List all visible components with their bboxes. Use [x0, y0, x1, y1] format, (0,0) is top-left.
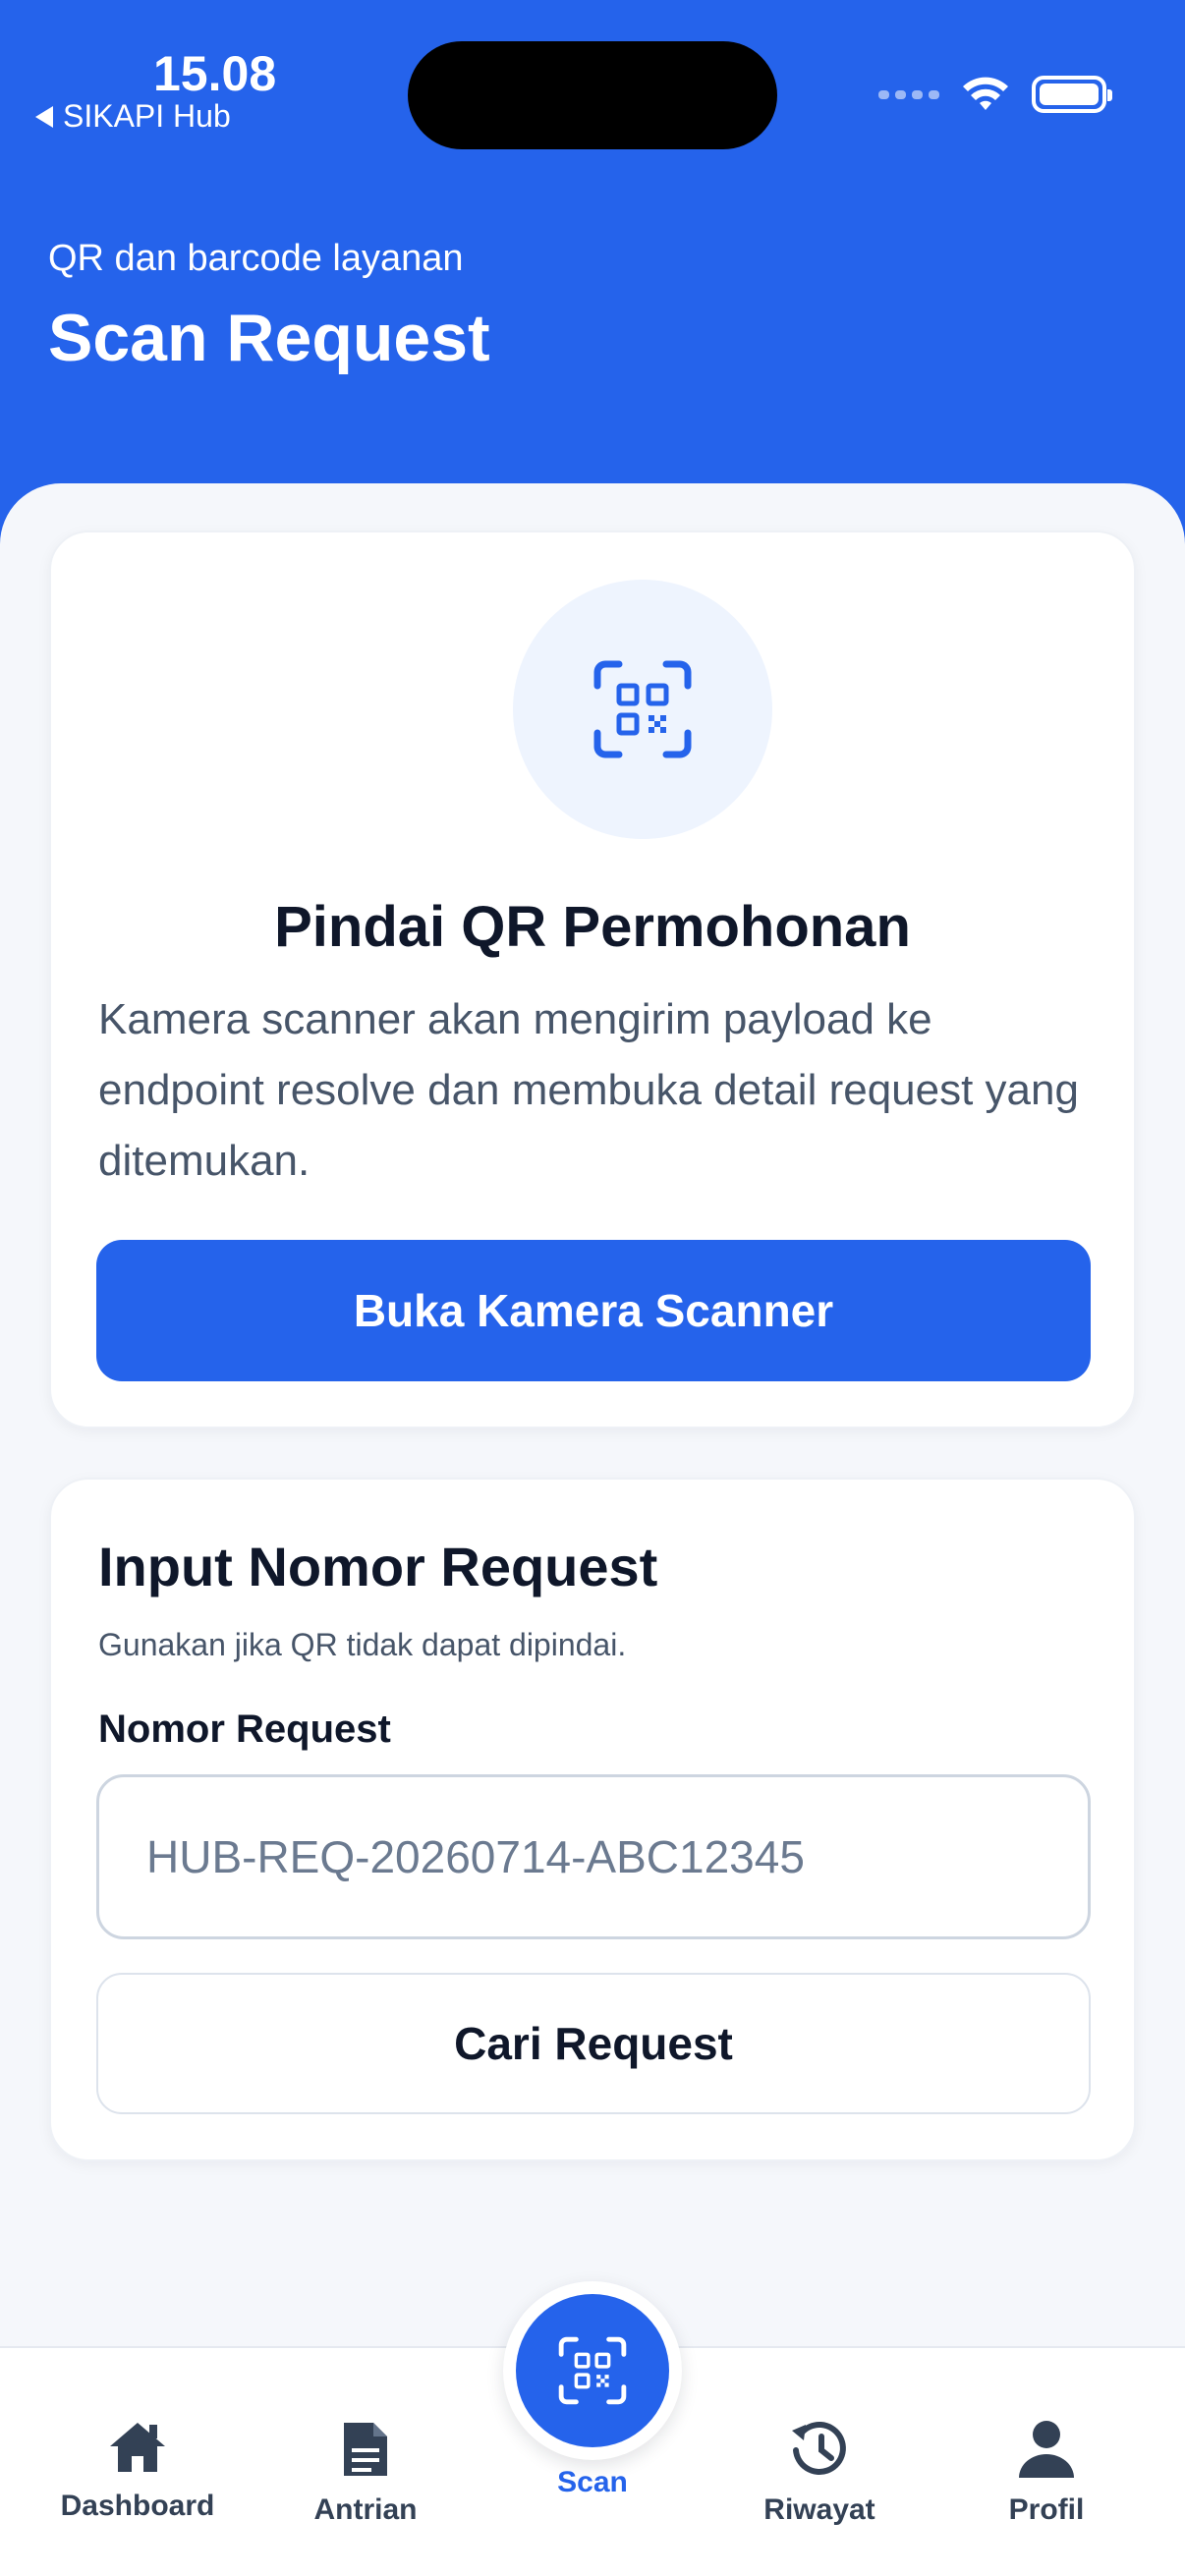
nav-label-profil: Profil	[1008, 2493, 1085, 2526]
wifi-icon	[963, 77, 1008, 110]
back-to-app-link[interactable]: SIKAPI Hub	[35, 98, 231, 135]
open-camera-scanner-button[interactable]: Buka Kamera Scanner	[96, 1240, 1091, 1381]
history-icon	[792, 2421, 846, 2475]
search-request-button[interactable]: Cari Request	[96, 1973, 1091, 2114]
dynamic-island	[408, 41, 777, 149]
qr-code-scan-icon	[593, 660, 692, 758]
qr-code-scan-icon	[558, 2336, 627, 2405]
scan-qr-card: Pindai QR Permohonan Kamera scanner akan…	[49, 531, 1136, 1428]
header: 15.08 SIKAPI Hub QR dan barcode layanan …	[0, 0, 1185, 550]
manual-input-card: Input Nomor Request Gunakan jika QR tida…	[49, 1478, 1136, 2161]
request-number-label: Nomor Request	[98, 1708, 391, 1751]
battery-icon	[1032, 76, 1112, 113]
nav-label-antrian: Antrian	[313, 2493, 418, 2526]
scan-request-screen: 15.08 SIKAPI Hub QR dan barcode layanan …	[0, 0, 1185, 2576]
nav-label-dashboard: Dashboard	[60, 2490, 215, 2522]
nav-item-scan[interactable]	[503, 2281, 682, 2460]
nav-label-scan: Scan	[557, 2466, 628, 2498]
nav-item-riwayat[interactable]: Riwayat	[711, 2419, 928, 2527]
page-subtitle: QR dan barcode layanan	[48, 238, 464, 279]
page-title: Scan Request	[48, 301, 490, 375]
qr-icon-badge	[513, 580, 772, 839]
request-number-input[interactable]	[96, 1774, 1091, 1939]
scan-card-title: Pindai QR Permohonan	[274, 895, 911, 959]
status-time: 15.08	[153, 46, 277, 101]
scan-fab-button[interactable]	[516, 2294, 669, 2447]
back-app-label: SIKAPI Hub	[63, 98, 231, 134]
scan-card-description: Kamera scanner akan mengirim payload ke …	[98, 995, 1079, 1185]
home-icon	[110, 2423, 165, 2472]
cellular-signal-icon	[878, 89, 939, 99]
user-icon	[1019, 2421, 1074, 2478]
nav-item-profil[interactable]: Profil	[938, 2419, 1155, 2527]
nav-item-antrian[interactable]: Antrian	[257, 2419, 474, 2527]
manual-card-title: Input Nomor Request	[98, 1536, 658, 1597]
back-arrow-icon	[35, 105, 53, 128]
manual-card-description: Gunakan jika QR tidak dapat dipindai.	[98, 1627, 627, 1662]
nav-label-riwayat: Riwayat	[763, 2493, 875, 2526]
nav-item-dashboard[interactable]: Dashboard	[29, 2419, 246, 2523]
document-icon	[344, 2423, 387, 2476]
status-indicators	[878, 75, 1112, 114]
